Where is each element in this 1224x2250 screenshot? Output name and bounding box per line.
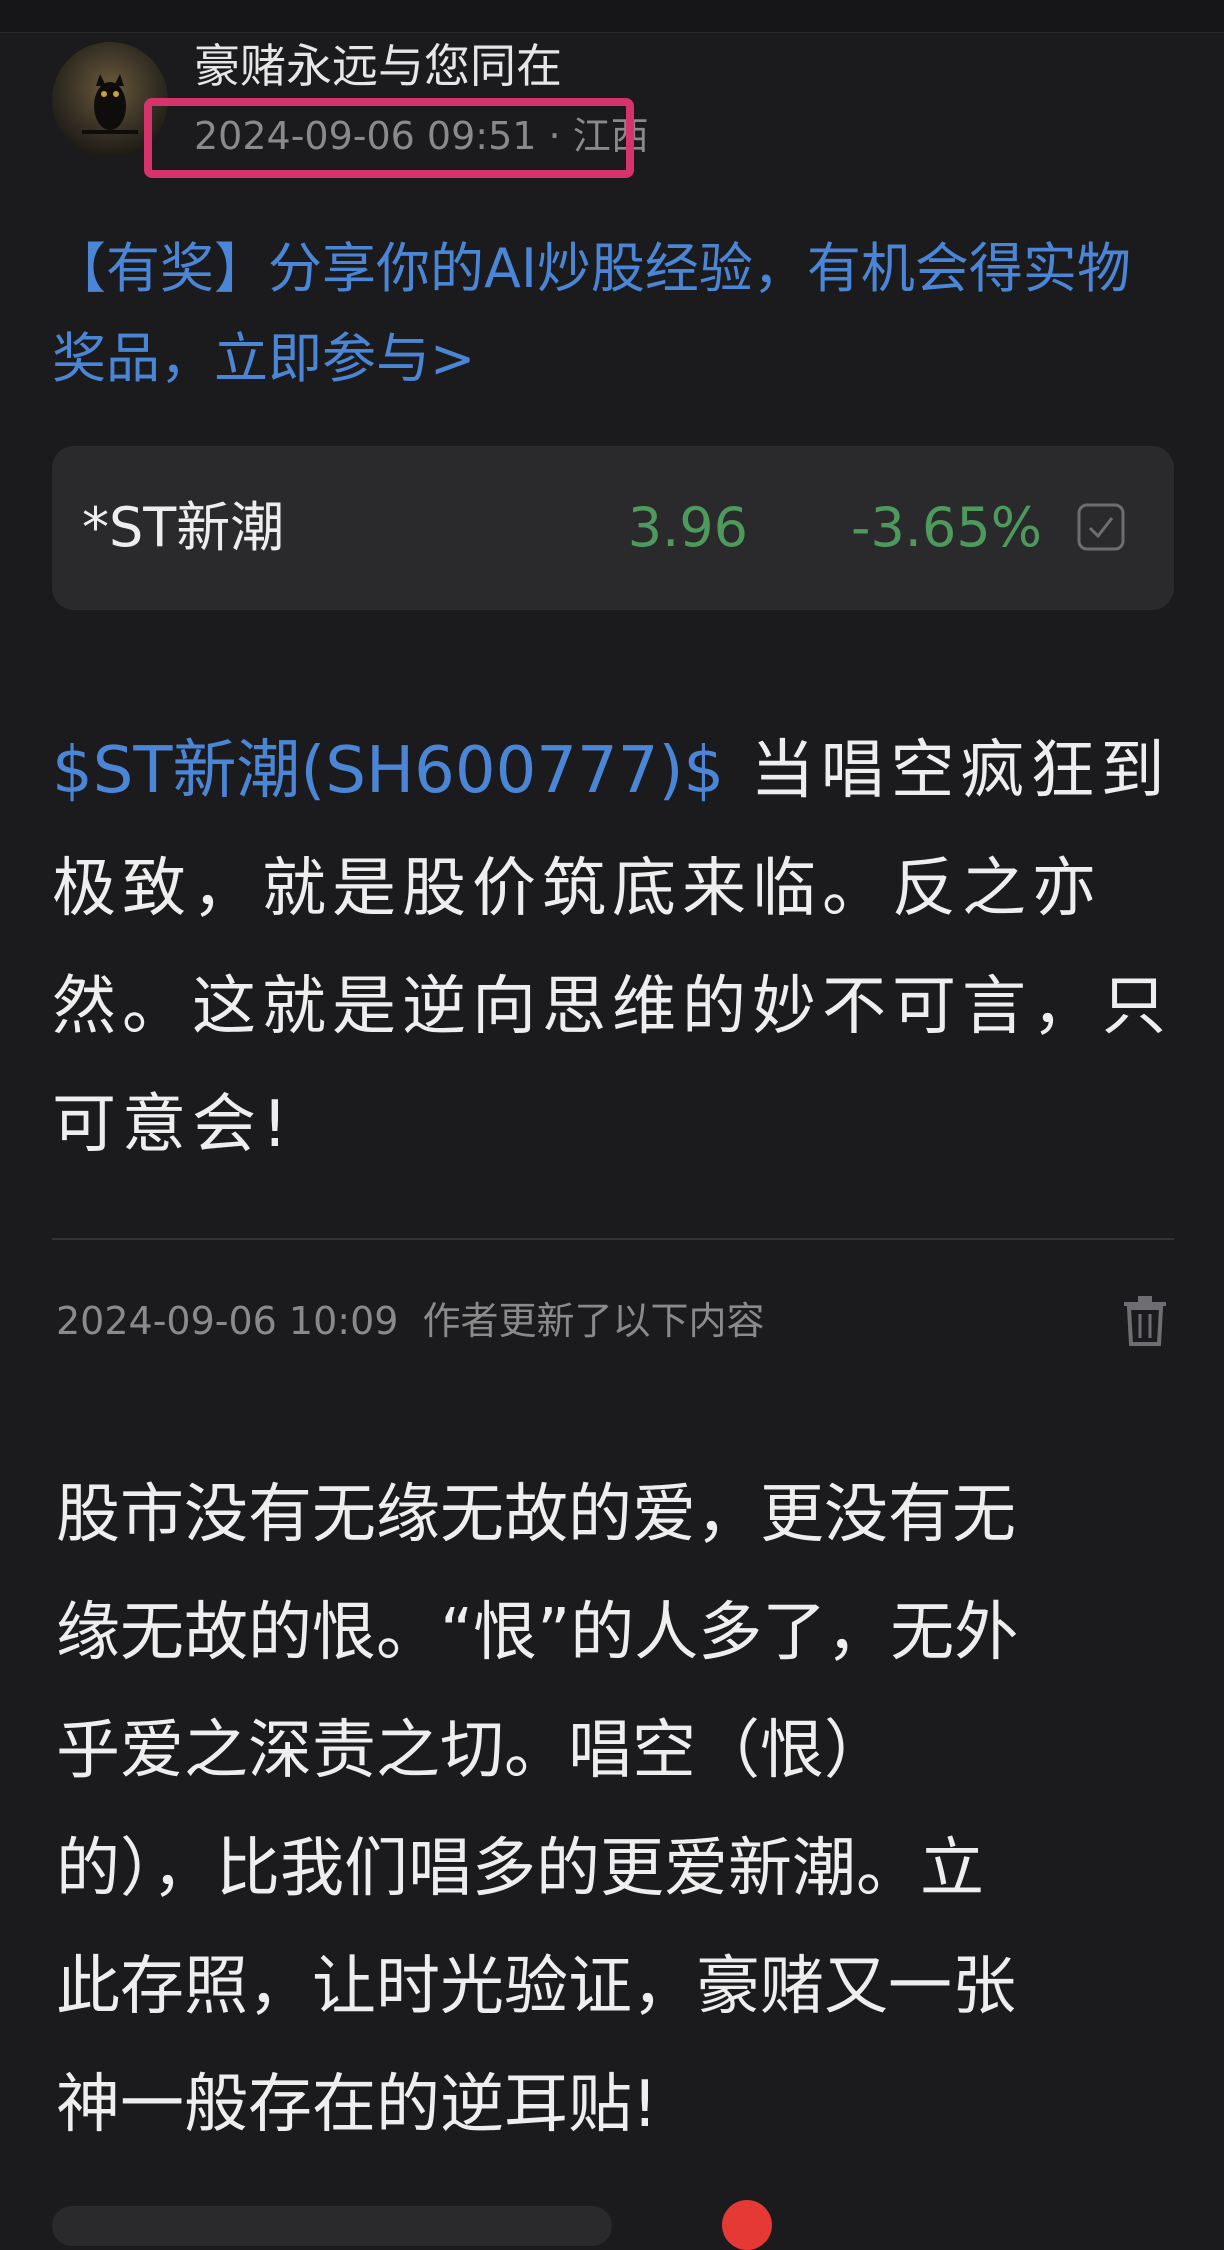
- post-content: $ST新潮(SH600777)$ 当唱空疯狂到极致，就是股价筑底来临。反之亦然。…: [52, 712, 1182, 1184]
- top-strip: [0, 0, 1224, 33]
- update-content: 股市没有无缘无故的爱，更没有无 缘无故的恨。“恨”的人多了，无外 乎爱之深责之切…: [56, 1478, 1019, 2142]
- divider: [52, 1238, 1174, 1240]
- comment-input-bar[interactable]: [52, 2206, 612, 2246]
- update-label: 作者更新了以下内容: [422, 1299, 765, 1343]
- promo-link[interactable]: 【有奖】分享你的AI炒股经验，有机会得实物奖品，立即参与>: [52, 224, 1182, 404]
- stock-name: *ST新潮: [82, 496, 285, 559]
- stock-card[interactable]: *ST新潮 3.96 -3.65%: [52, 446, 1174, 610]
- stock-price: 3.96: [627, 496, 748, 559]
- stock-tag-link[interactable]: $ST新潮(SH600777)$: [52, 734, 724, 808]
- checkbox-icon[interactable]: [1076, 502, 1126, 552]
- annotation-highlight-box: [144, 98, 634, 178]
- update-timestamp: 2024-09-06 10:09: [56, 1299, 399, 1343]
- notification-badge: [722, 2200, 772, 2250]
- trash-icon[interactable]: [1122, 1294, 1168, 1346]
- author-name[interactable]: 豪赌永远与您同在: [194, 38, 562, 94]
- update-header: 2024-09-06 10:09 作者更新了以下内容: [56, 1296, 764, 1346]
- stock-change: -3.65%: [850, 496, 1042, 559]
